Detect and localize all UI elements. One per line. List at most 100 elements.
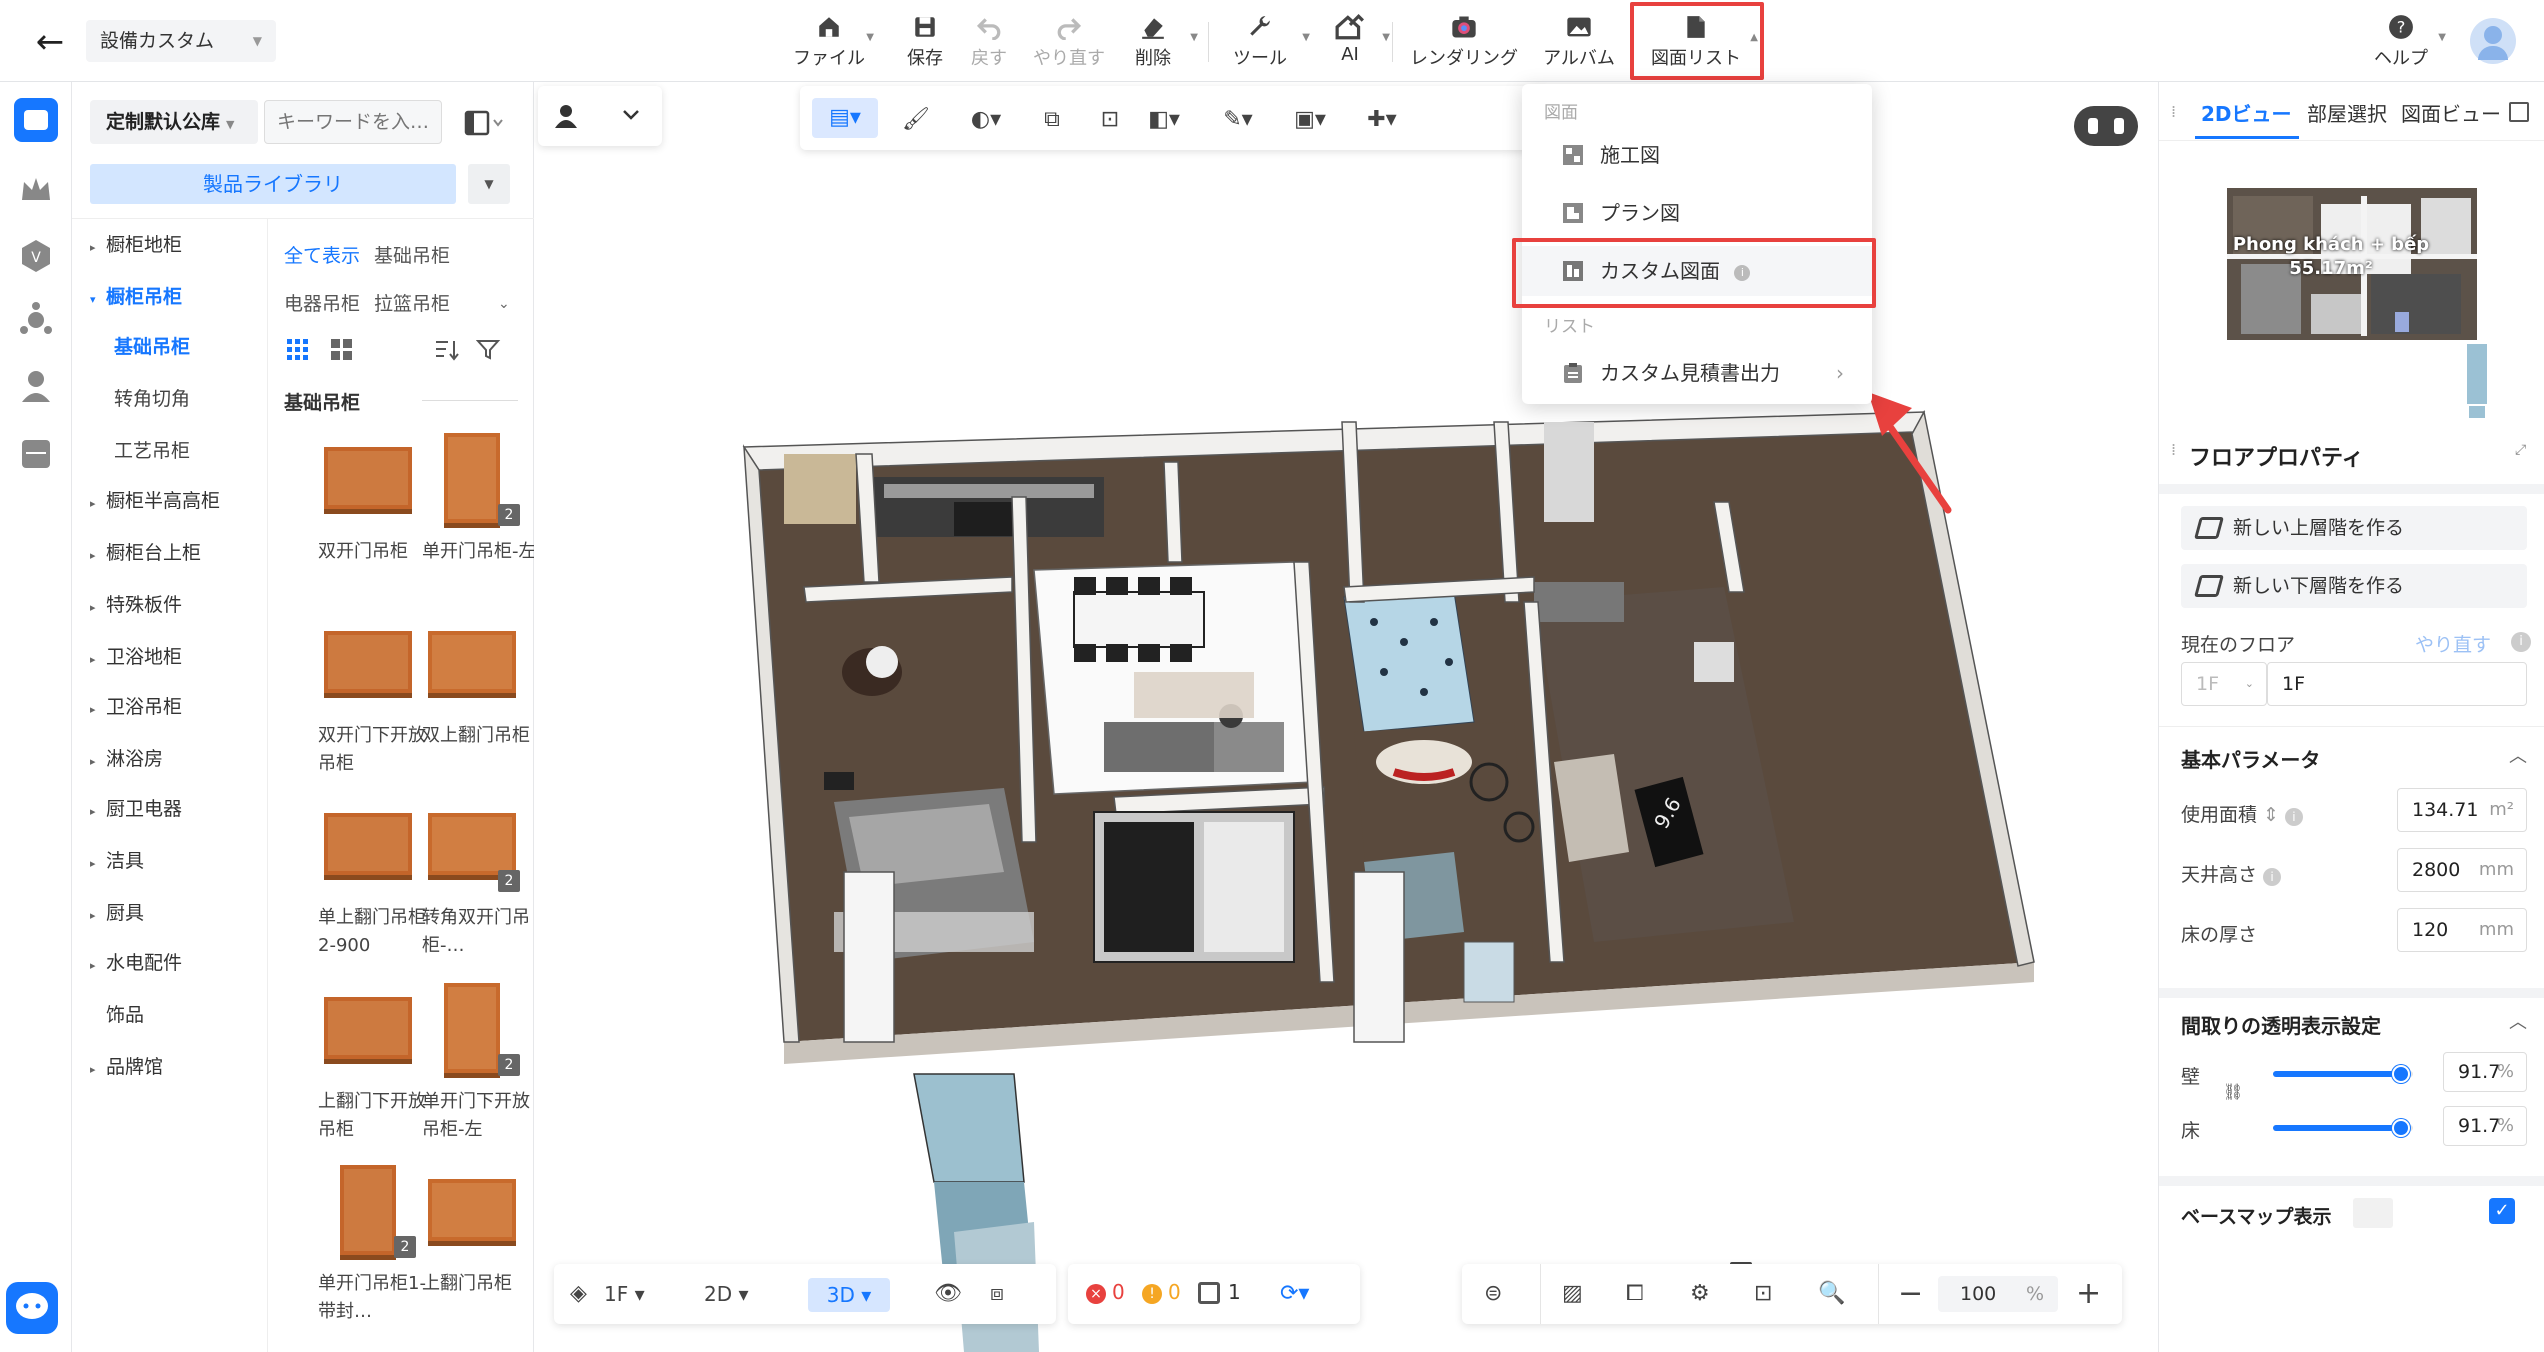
info-icon[interactable]: i xyxy=(2263,868,2282,886)
filter-tag[interactable]: 基础吊柜 xyxy=(374,242,450,270)
category-item[interactable]: ▸ 卫浴地柜 xyxy=(90,642,182,672)
drag-handle-icon[interactable]: ⁞ xyxy=(2171,440,2176,459)
rail-user-icon[interactable] xyxy=(14,364,58,408)
toggle-icon[interactable]: ⊜ xyxy=(1484,1264,1502,1324)
category-item[interactable]: 饰品 xyxy=(106,1000,144,1030)
product-card[interactable]: 双开门吊柜 xyxy=(318,428,428,566)
view-2d-button[interactable]: 2D ▾ xyxy=(704,1264,749,1324)
grid-large-icon[interactable] xyxy=(330,338,354,362)
error-icon[interactable]: × xyxy=(1086,1284,1106,1304)
category-item[interactable]: ▸ 橱柜台上柜 xyxy=(90,538,201,568)
floor-slider-knob[interactable] xyxy=(2392,1119,2411,1137)
info-icon[interactable]: i xyxy=(2284,808,2303,826)
redo-link[interactable]: やり直す xyxy=(2415,630,2491,657)
rail-badge-icon[interactable]: V xyxy=(14,234,58,278)
subcategory-item-active[interactable]: 基础吊柜 xyxy=(114,332,190,362)
rail-crown-icon[interactable] xyxy=(14,168,58,212)
toolbar-redo-button[interactable]: やり直す xyxy=(1024,8,1114,74)
toolbar-file-button[interactable]: ファイル ▼ xyxy=(784,8,874,74)
category-item[interactable]: ▸ 橱柜地柜 xyxy=(90,230,182,260)
help-button[interactable]: ? ヘルプ ▼ xyxy=(2356,8,2446,74)
toolbar-ai-button[interactable]: AI ▼ xyxy=(1310,8,1390,74)
subcategory-item[interactable]: 转角切角 xyxy=(114,384,190,414)
wall-opacity-input[interactable]: 91.7% xyxy=(2443,1052,2527,1092)
zoom-input[interactable]: 100% xyxy=(1938,1276,2058,1312)
product-card[interactable]: 双开门下开放吊柜 xyxy=(318,612,428,778)
category-item[interactable]: ▸ 厨卫电器 xyxy=(90,794,182,824)
toolbar-album-button[interactable]: アルバム xyxy=(1534,8,1624,74)
library-selector[interactable]: 定制默认公库 ▼ xyxy=(90,100,258,144)
3d-floorplan-view[interactable]: 9.6 xyxy=(534,82,2158,1352)
product-card[interactable]: 2 单开门下开放吊柜-左 xyxy=(422,978,532,1144)
product-card[interactable]: 双上翻门吊柜 xyxy=(422,612,532,750)
error-count[interactable]: 0 xyxy=(1112,1280,1125,1304)
eye-icon[interactable]: 👁 xyxy=(934,1264,962,1324)
product-card[interactable]: 2 单开门吊柜-左 xyxy=(422,428,537,566)
expand-icon[interactable]: ⤢ xyxy=(2515,442,2526,458)
image-icon[interactable]: ▨ xyxy=(1562,1264,1583,1324)
chevron-up-icon[interactable]: ︿ xyxy=(2509,742,2527,768)
category-item-active[interactable]: ▾ 橱柜吊柜 xyxy=(90,282,182,312)
floor-thickness-input[interactable]: 120 mm xyxy=(2397,908,2527,952)
rail-cabinet-icon[interactable] xyxy=(14,432,58,476)
item-count[interactable]: 1 xyxy=(1228,1280,1241,1304)
product-library-button[interactable]: 製品ライブラリ xyxy=(90,164,456,204)
product-card[interactable]: 2 单开门吊柜1-带封… xyxy=(318,1160,428,1326)
drag-handle-icon[interactable]: ⁞ xyxy=(2171,102,2176,121)
warning-count[interactable]: 0 xyxy=(1168,1280,1181,1304)
view-3d-button[interactable]: 3D ▾ xyxy=(808,1278,890,1312)
rail-library-icon[interactable] xyxy=(14,98,58,142)
new-lower-floor-button[interactable]: 新しい下層階を作る xyxy=(2181,564,2527,608)
filter-tag[interactable]: 拉篮吊柜 xyxy=(374,290,450,318)
area-input[interactable]: 134.71 m² xyxy=(2397,788,2527,832)
tab-room-select[interactable]: 部屋選択 xyxy=(2307,94,2387,134)
ceiling-height-input[interactable]: 2800 mm xyxy=(2397,848,2527,892)
category-item[interactable]: ▸ 卫浴吊柜 xyxy=(90,692,182,722)
category-item[interactable]: ▸ 水电配件 xyxy=(90,948,182,978)
info-icon[interactable]: i xyxy=(2511,632,2531,652)
tab-drawing-view[interactable]: 図面ビュー xyxy=(2401,94,2501,134)
product-card[interactable]: 上翻门吊柜 xyxy=(422,1160,532,1298)
filter-tag[interactable]: 电器吊柜 xyxy=(284,290,360,318)
sort-icon[interactable] xyxy=(434,338,460,362)
floor-name-input[interactable]: 1F xyxy=(2267,662,2527,706)
category-item[interactable]: ▸ 淋浴房 xyxy=(90,744,163,774)
chevron-up-icon[interactable]: ︿ xyxy=(2509,1008,2527,1034)
zoom-out-icon[interactable]: − xyxy=(1898,1264,1923,1324)
zoom-search-icon[interactable]: 🔍 xyxy=(1818,1264,1845,1324)
3d-canvas[interactable]: ▤▾ 🖌 ◐▾ ⧉ ⊡ ◧▾ ✎▾ ▣▾ ✚▾ 9.6 ◈ 1F ▾ 2D ▾ … xyxy=(534,82,2158,1352)
rail-cube-icon[interactable] xyxy=(14,298,58,342)
floor-selector[interactable]: 1F ▾ xyxy=(604,1264,645,1324)
crop-icon[interactable]: ⧠ xyxy=(1626,1264,1644,1324)
category-item[interactable]: ▸ 品牌馆 xyxy=(90,1052,163,1082)
floor-level-select[interactable]: 1F ⌄ xyxy=(2181,662,2267,706)
wall-slider-knob[interactable] xyxy=(2392,1065,2411,1083)
product-card[interactable]: 单上翻门吊柜2-900 xyxy=(318,794,428,960)
menu-item-construction-drawing[interactable]: 施工図 xyxy=(1522,130,1872,180)
product-card[interactable]: 2 转角双开门吊柜-… xyxy=(422,794,532,960)
sync-icon[interactable]: ⟳▾ xyxy=(1280,1264,1309,1324)
toolbar-delete-button[interactable]: 削除 ▼ xyxy=(1108,8,1198,74)
settings-frame-icon[interactable]: ⚙ xyxy=(1690,1264,1710,1324)
category-item[interactable]: ▸ 洁具 xyxy=(90,846,144,876)
link-icon[interactable]: ⛓ xyxy=(2223,1082,2243,1101)
project-name-dropdown[interactable]: 設備カスタム ▼ xyxy=(86,20,276,62)
avatar[interactable] xyxy=(2470,18,2516,64)
category-item[interactable]: ▸ 厨具 xyxy=(90,898,144,928)
menu-item-custom-quote-export[interactable]: カスタム見積書出力 › xyxy=(1522,348,1872,398)
category-item[interactable]: ▸ 橱柜半高高柜 xyxy=(90,486,220,516)
warning-icon[interactable]: ! xyxy=(1142,1284,1162,1304)
chevron-down-icon[interactable]: ⌄ xyxy=(498,290,510,318)
toolbar-undo-button[interactable]: 戻す xyxy=(944,8,1034,74)
toolbar-render-button[interactable]: レンダリング xyxy=(1404,8,1524,74)
fit-view-icon[interactable]: ⊡ xyxy=(1754,1264,1772,1324)
product-card[interactable]: 上翻门下开放吊柜 xyxy=(318,978,428,1144)
panel-collapse-icon[interactable] xyxy=(2509,102,2529,122)
grid-small-icon[interactable] xyxy=(286,338,310,362)
zoom-in-icon[interactable]: + xyxy=(2076,1264,2101,1324)
cube-icon[interactable]: ⧈ xyxy=(990,1264,1004,1324)
layers-icon[interactable]: ◈ xyxy=(570,1264,587,1324)
product-library-dropdown[interactable]: ▼ xyxy=(468,164,510,204)
toolbar-drawings-button[interactable]: 図面リスト ▲ xyxy=(1636,8,1758,74)
back-arrow-icon[interactable]: ← xyxy=(28,22,72,62)
